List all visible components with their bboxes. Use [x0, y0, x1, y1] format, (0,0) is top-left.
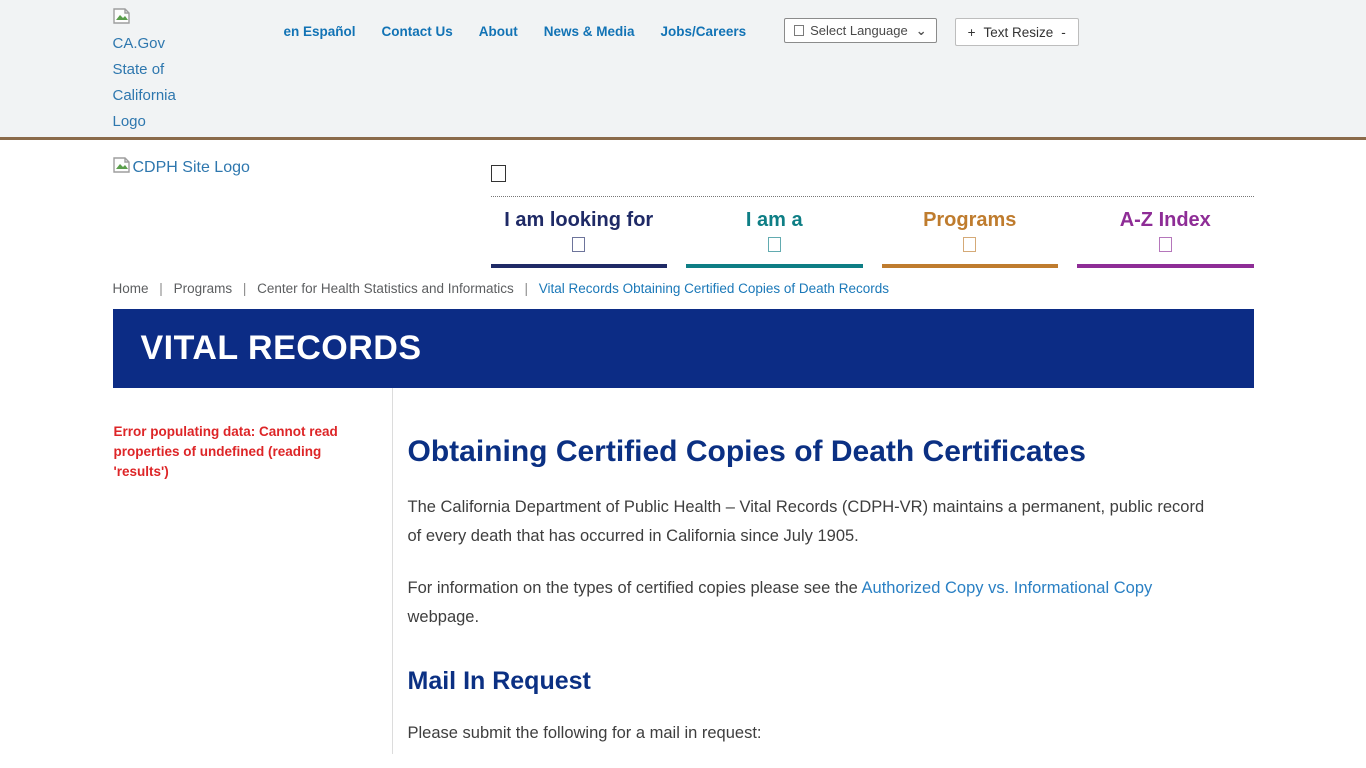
utility-nav-link-en-espanol[interactable]: en Español: [284, 24, 356, 39]
authorized-copy-link[interactable]: Authorized Copy vs. Informational Copy: [862, 579, 1153, 597]
chevron-down-icon-placeholder: [1159, 237, 1172, 252]
cdph-site-logo-alt-text: CDPH Site Logo: [133, 155, 250, 181]
section-heading-mail-in-request: Mail In Request: [408, 667, 1221, 696]
chevron-down-icon-placeholder: [572, 237, 585, 252]
banner-title: VITAL RECORDS: [141, 329, 422, 368]
page-title: Obtaining Certified Copies of Death Cert…: [408, 434, 1221, 470]
broken-image-icon: [113, 8, 130, 29]
intro-paragraph: The California Department of Public Heal…: [408, 493, 1221, 551]
chevron-down-icon-placeholder: [963, 237, 976, 252]
breadcrumb-separator: |: [243, 281, 247, 296]
breadcrumb: Home | Programs | Center for Health Stat…: [113, 268, 1254, 309]
vital-records-banner: VITAL RECORDS: [113, 309, 1254, 388]
menu-tab-label: I am a: [686, 208, 863, 232]
article: Obtaining Certified Copies of Death Cert…: [393, 388, 1254, 754]
menu-tab-label: A-Z Index: [1077, 208, 1254, 232]
mega-menu: I am looking for I am a Programs A-Z Ind…: [491, 165, 1254, 268]
menu-tab-i-am-a[interactable]: I am a: [686, 208, 863, 268]
info-paragraph-text: For information on the types of certifie…: [408, 579, 862, 597]
breadcrumb-current-page[interactable]: Vital Records Obtaining Certified Copies…: [539, 281, 889, 296]
utility-nav-link-contact-us[interactable]: Contact Us: [382, 24, 453, 39]
menu-tab-programs[interactable]: Programs: [882, 208, 1059, 268]
text-decrease-button[interactable]: -: [1061, 25, 1066, 40]
sidebar-error-message: Error populating data: Cannot read prope…: [114, 422, 362, 482]
menu-tab-label: Programs: [882, 208, 1059, 232]
info-paragraph: For information on the types of certifie…: [408, 574, 1221, 632]
global-utility-header: CA.Gov State of California Logo en Españ…: [0, 0, 1366, 140]
globe-icon-placeholder: [794, 25, 804, 36]
mail-in-intro-paragraph: Please submit the following for a mail i…: [408, 719, 1221, 748]
menu-tab-a-z-index[interactable]: A-Z Index: [1077, 208, 1254, 268]
breadcrumb-link-programs[interactable]: Programs: [174, 281, 233, 296]
breadcrumb-separator: |: [525, 281, 529, 296]
breadcrumb-link-chsi[interactable]: Center for Health Statistics and Informa…: [257, 281, 514, 296]
info-paragraph-text: webpage.: [408, 608, 480, 626]
breadcrumb-link-home[interactable]: Home: [113, 281, 149, 296]
ca-gov-logo-alt-text: CA.Gov State of California Logo: [113, 31, 189, 135]
chevron-down-icon-placeholder: [768, 237, 781, 252]
chevron-down-icon: ⌄: [916, 23, 927, 39]
site-header: CDPH Site Logo I am looking for I am a P…: [0, 140, 1366, 268]
text-resize-label: Text Resize: [984, 25, 1054, 40]
utility-nav-link-news-media[interactable]: News & Media: [544, 24, 635, 39]
language-select-label: Select Language: [810, 23, 908, 38]
search-icon-placeholder[interactable]: [491, 165, 506, 182]
broken-image-icon: [113, 157, 130, 178]
breadcrumb-separator: |: [159, 281, 163, 296]
text-increase-button[interactable]: +: [968, 25, 976, 40]
ca-gov-logo-link[interactable]: CA.Gov State of California Logo: [113, 8, 189, 135]
text-resize-control: + Text Resize -: [955, 18, 1079, 46]
left-sidebar: Error populating data: Cannot read prope…: [113, 388, 393, 754]
utility-nav-link-jobs-careers[interactable]: Jobs/Careers: [661, 24, 747, 39]
menu-tab-label: I am looking for: [491, 208, 668, 232]
utility-nav: en Español Contact Us About News & Media…: [284, 24, 747, 39]
page-content: Error populating data: Cannot read prope…: [113, 388, 1254, 754]
menu-tab-i-am-looking-for[interactable]: I am looking for: [491, 208, 668, 268]
language-select[interactable]: Select Language ⌄: [784, 18, 937, 43]
cdph-site-logo-link[interactable]: CDPH Site Logo: [113, 155, 250, 181]
mega-menu-tabs: I am looking for I am a Programs A-Z Ind…: [491, 196, 1254, 268]
utility-nav-link-about[interactable]: About: [479, 24, 518, 39]
